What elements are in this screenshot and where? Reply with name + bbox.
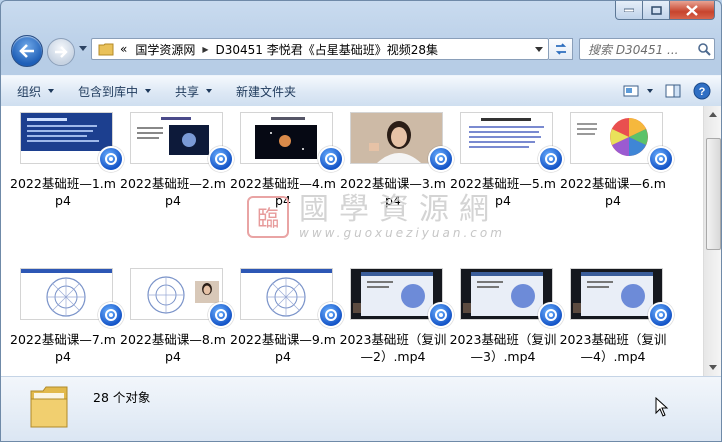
folder-large-icon <box>29 383 69 432</box>
file-name: 2022基础课—9.mp4 <box>230 332 336 364</box>
video-file-icon <box>98 146 124 172</box>
video-file-icon <box>648 302 674 328</box>
command-bar: 组织 包含到库中 共享 新建文件夹 ? <box>1 75 721 107</box>
video-file-icon <box>428 302 454 328</box>
preview-pane-icon <box>665 84 681 98</box>
change-view-button[interactable] <box>623 85 653 97</box>
file-item[interactable]: 2022基础课—3.mp4 <box>340 106 454 226</box>
maximize-button[interactable] <box>643 1 670 20</box>
file-item[interactable]: 2022基础课—6.mp4 <box>560 106 674 226</box>
preview-pane-button[interactable] <box>665 84 681 98</box>
navigation-bar: « 国学资源网 ▶ D30451 李悦君《占星基础班》视频28集 搜索 D304… <box>9 35 715 67</box>
chevron-down-icon <box>206 89 213 93</box>
file-item[interactable]: 2022基础课—9.mp4 <box>230 262 344 376</box>
address-overflow[interactable]: « <box>116 42 131 56</box>
file-name: 2023基础班（复训—4）.mp4 <box>559 332 667 364</box>
file-name: 2022基础课—7.mp4 <box>10 332 116 364</box>
close-button[interactable] <box>670 1 715 20</box>
mouse-cursor-icon <box>655 396 669 420</box>
file-item[interactable]: 2023基础班（复训—3）.mp4 <box>450 262 564 376</box>
minimize-button[interactable] <box>615 1 643 20</box>
file-name: 2023基础班（复训—3）.mp4 <box>449 332 557 364</box>
file-grid: 2022基础班—1.mp4 2022基础班—2.mp4 2022基础班—4.mp4 2… <box>1 106 699 376</box>
include-in-library-menu[interactable]: 包含到库中 <box>70 83 159 100</box>
file-item[interactable]: 2023基础班（复训—4）.mp4 <box>560 262 674 376</box>
file-name: 2023基础班（复训—2）.mp4 <box>339 332 447 364</box>
help-button[interactable]: ? <box>693 82 711 100</box>
back-arrow-icon <box>19 44 34 58</box>
file-item[interactable]: 2022基础班—1.mp4 <box>10 106 124 226</box>
address-dropdown-icon[interactable] <box>530 39 548 59</box>
video-file-icon <box>98 302 124 328</box>
refresh-icon <box>555 43 566 55</box>
organize-menu[interactable]: 组织 <box>9 83 62 100</box>
file-item[interactable]: 2023基础班（复训—2）.mp4 <box>340 262 454 376</box>
refresh-button[interactable] <box>549 38 573 60</box>
chevron-down-icon[interactable] <box>647 89 653 93</box>
search-box[interactable]: 搜索 D30451 ... <box>579 38 715 60</box>
breadcrumb-current[interactable]: D30451 李悦君《占星基础班》视频28集 <box>212 41 443 58</box>
breadcrumb-root[interactable]: 国学资源网 <box>131 41 199 58</box>
file-item[interactable]: 2022基础课—7.mp4 <box>10 262 124 376</box>
forward-button[interactable] <box>47 38 75 66</box>
share-label: 共享 <box>175 84 200 99</box>
file-name: 2022基础课—6.mp4 <box>560 176 666 208</box>
caption-buttons <box>615 1 715 21</box>
search-placeholder: 搜索 D30451 ... <box>588 42 679 57</box>
view-icon <box>623 85 639 97</box>
file-list-pane[interactable]: 2022基础班—1.mp4 2022基础班—2.mp4 2022基础班—4.mp4 2… <box>1 106 721 376</box>
recent-pages-dropdown[interactable] <box>79 46 87 51</box>
explorer-window: « 国学资源网 ▶ D30451 李悦君《占星基础班》视频28集 搜索 D304… <box>0 0 722 442</box>
video-file-icon <box>428 146 454 172</box>
item-count: 28 个对象 <box>93 390 151 405</box>
file-name: 2022基础班—4.mp4 <box>230 176 336 208</box>
video-file-icon <box>538 146 564 172</box>
file-name: 2022基础班—1.mp4 <box>10 176 116 208</box>
view-controls: ? <box>611 82 711 100</box>
maximize-icon <box>650 5 662 15</box>
chevron-down-icon <box>48 89 55 93</box>
close-icon <box>686 4 698 16</box>
share-menu[interactable]: 共享 <box>167 83 220 100</box>
details-pane: 28 个对象 <box>1 376 721 441</box>
scroll-thumb[interactable] <box>706 138 721 250</box>
scroll-down-button[interactable] <box>704 359 721 376</box>
file-item[interactable]: 2022基础班—5.mp4 <box>450 106 564 226</box>
file-name: 2022基础班—5.mp4 <box>450 176 556 208</box>
new-folder-label: 新建文件夹 <box>236 84 297 99</box>
video-file-icon <box>208 146 234 172</box>
new-folder-button[interactable]: 新建文件夹 <box>228 83 304 100</box>
scroll-up-button[interactable] <box>704 106 721 123</box>
video-file-icon <box>208 302 234 328</box>
file-name: 2022基础课—3.mp4 <box>340 176 446 208</box>
chevron-up-icon <box>708 112 717 117</box>
minimize-icon <box>624 8 634 12</box>
chevron-down-icon <box>145 89 152 93</box>
file-item[interactable]: 2022基础班—4.mp4 <box>230 106 344 226</box>
breadcrumb-separator-icon[interactable]: ▶ <box>199 45 211 54</box>
file-name: 2022基础班—2.mp4 <box>120 176 226 208</box>
include-library-label: 包含到库中 <box>78 84 139 99</box>
svg-text:?: ? <box>699 86 706 98</box>
folder-icon <box>96 42 116 56</box>
address-bar[interactable]: « 国学资源网 ▶ D30451 李悦君《占星基础班》视频28集 <box>91 38 549 60</box>
video-file-icon <box>538 302 564 328</box>
chevron-down-icon <box>708 365 717 370</box>
search-icon[interactable] <box>694 42 714 56</box>
help-icon: ? <box>693 82 711 100</box>
forward-arrow-icon <box>55 46 68 58</box>
vertical-scrollbar[interactable] <box>703 106 721 376</box>
organize-label: 组织 <box>17 84 42 99</box>
file-name: 2022基础课—8.mp4 <box>120 332 226 364</box>
file-item[interactable]: 2022基础班—2.mp4 <box>120 106 234 226</box>
back-button[interactable] <box>11 35 43 67</box>
file-item[interactable]: 2022基础课—8.mp4 <box>120 262 234 376</box>
video-file-icon <box>318 146 344 172</box>
video-file-icon <box>318 302 344 328</box>
video-file-icon <box>648 146 674 172</box>
